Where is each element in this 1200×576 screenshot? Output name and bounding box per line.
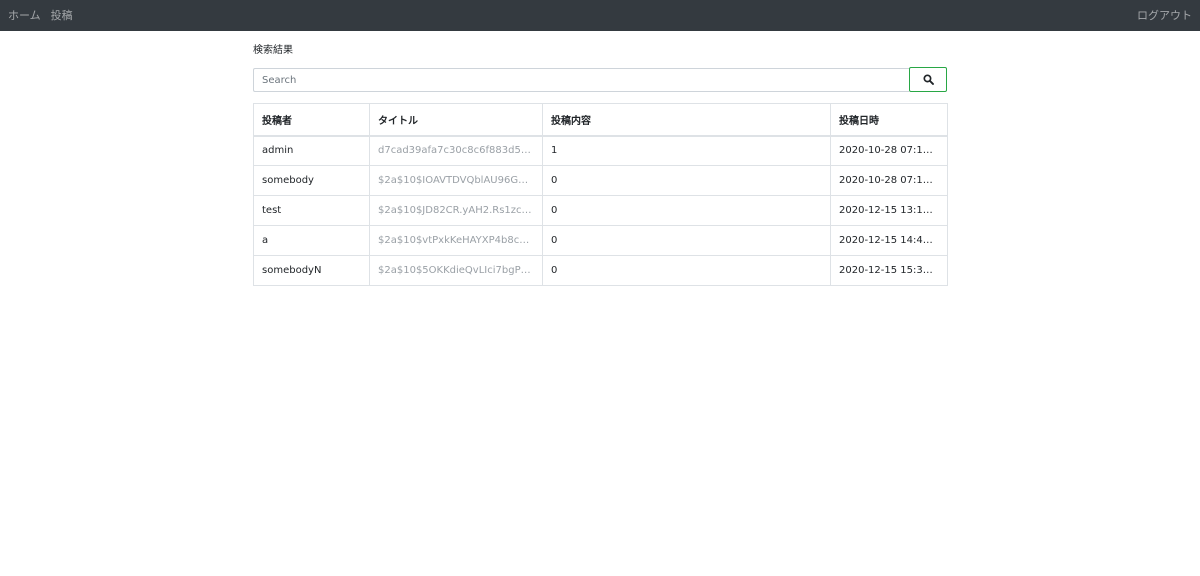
table-header-row: 投稿者 タイトル 投稿内容 投稿日時 bbox=[253, 103, 948, 137]
cell-title[interactable]: d7cad39afa7c30c8c6f883d533e47... bbox=[369, 135, 543, 166]
nav-home-link[interactable]: ホーム bbox=[8, 0, 41, 31]
cell-author: somebody bbox=[253, 165, 370, 196]
cell-content: 0 bbox=[542, 255, 831, 286]
table-row: test $2a$10$JD82CR.yAH2.Rs1zcS0gO... 0 2… bbox=[253, 195, 948, 226]
nav-post-link[interactable]: 投稿 bbox=[51, 0, 73, 31]
cell-date: 2020-12-15 14:40:45 bbox=[830, 225, 948, 256]
results-table-body: admin d7cad39afa7c30c8c6f883d533e47... 1… bbox=[253, 135, 948, 286]
cell-title[interactable]: $2a$10$vtPxkKeHAYXP4b8cquCV... bbox=[369, 225, 543, 256]
cell-date: 2020-10-28 07:15:34 bbox=[830, 135, 948, 166]
cell-title[interactable]: $2a$10$5OKKdieQvLIci7bgPTaM... bbox=[369, 255, 543, 286]
table-row: a $2a$10$vtPxkKeHAYXP4b8cquCV... 0 2020-… bbox=[253, 225, 948, 256]
column-header-content: 投稿内容 bbox=[542, 103, 831, 137]
table-row: somebody $2a$10$IOAVTDVQblAU96GPyV1... 0… bbox=[253, 165, 948, 196]
cell-content: 0 bbox=[542, 225, 831, 256]
page-title: 検索結果 bbox=[253, 45, 293, 56]
cell-author: admin bbox=[253, 135, 370, 166]
cell-author: somebodyN bbox=[253, 255, 370, 286]
cell-title[interactable]: $2a$10$IOAVTDVQblAU96GPyV1... bbox=[369, 165, 543, 196]
cell-content: 0 bbox=[542, 195, 831, 226]
cell-date: 2020-12-15 13:15:01 bbox=[830, 195, 948, 226]
cell-content: 1 bbox=[542, 135, 831, 166]
table-row: admin d7cad39afa7c30c8c6f883d533e47... 1… bbox=[253, 135, 948, 166]
nav-logout-link[interactable]: ログアウト bbox=[1137, 0, 1192, 31]
main-content: 検索結果 投稿者 タイトル 投稿内容 投稿日時 bbox=[253, 31, 948, 286]
results-table: 投稿者 タイトル 投稿内容 投稿日時 admin d7cad39afa7c30c… bbox=[253, 103, 948, 286]
cell-date: 2020-10-28 07:16:34 bbox=[830, 165, 948, 196]
column-header-date: 投稿日時 bbox=[830, 103, 948, 137]
cell-author: test bbox=[253, 195, 370, 226]
top-navbar: ホーム 投稿 ログアウト bbox=[0, 0, 1200, 31]
results-table-head: 投稿者 タイトル 投稿内容 投稿日時 bbox=[253, 103, 948, 137]
cell-title[interactable]: $2a$10$JD82CR.yAH2.Rs1zcS0gO... bbox=[369, 195, 543, 226]
search-bar bbox=[253, 67, 947, 92]
column-header-author: 投稿者 bbox=[253, 103, 370, 137]
search-input[interactable] bbox=[253, 68, 909, 92]
table-row: somebodyN $2a$10$5OKKdieQvLIci7bgPTaM...… bbox=[253, 255, 948, 286]
cell-author: a bbox=[253, 225, 370, 256]
navbar-left-group: ホーム 投稿 bbox=[8, 0, 73, 31]
search-icon bbox=[922, 74, 934, 85]
cell-content: 0 bbox=[542, 165, 831, 196]
cell-date: 2020-12-15 15:38:47 bbox=[830, 255, 948, 286]
search-button[interactable] bbox=[909, 67, 947, 92]
column-header-title: タイトル bbox=[369, 103, 543, 137]
